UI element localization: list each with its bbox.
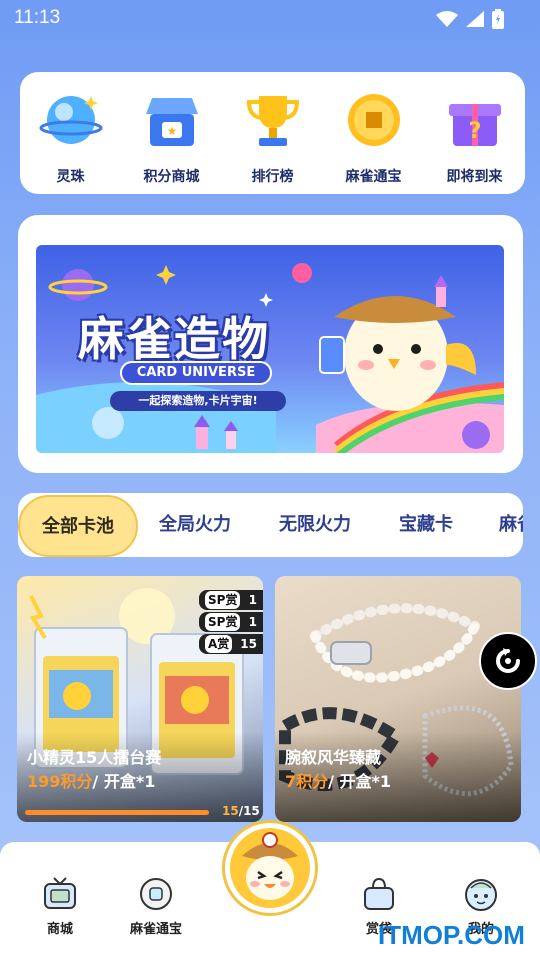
banner-card: 麻雀造物 CARD UNIVERSE 一起探索造物,卡片宇宙! [18,215,523,473]
prize-tier: SP赏 [205,613,241,631]
banner-tagline: CARD UNIVERSE [120,361,272,385]
refresh-icon [496,648,520,673]
pool-price-suffix: / 开盒*1 [328,772,392,791]
status-time: 11:13 [14,7,61,28]
pool-points: 199积分 [27,772,93,791]
tv-icon [44,877,76,909]
center-mascot-button[interactable] [222,820,318,916]
quick-action-coming-soon[interactable]: ? 即将到来 [430,88,520,186]
mascot-icon [230,828,310,908]
tab-all-pools[interactable]: 全部卡池 [18,495,138,557]
quick-action-leaderboard[interactable]: 排行榜 [228,88,318,186]
svg-text:?: ? [468,119,481,144]
quick-action-label: 积分商城 [143,169,200,185]
nav-item-mall[interactable]: 商城 [20,876,100,937]
mystery-box-icon: ? [448,104,501,146]
pool-price: 7积分/ 开盒*1 [285,768,391,792]
pool-progress-bar [25,810,209,815]
tab-unlimited-fire[interactable]: 无限火力 [279,493,351,557]
pool-card[interactable]: 腕叙风华臻藏 7积分/ 开盒*1 [275,576,521,822]
progress-total: /15 [238,804,260,818]
watermark: ITMOP.COM [378,920,525,950]
coin-outline-icon [140,878,172,910]
progress-current: 15 [222,804,239,818]
banner-title: 麻雀造物 [78,312,270,366]
prize-tag: SP赏 1 [199,612,263,632]
pool-progress-count: 15/15 [222,804,260,818]
nav-label: 麻雀通宝 [129,922,182,937]
banner-subtitle: 一起探索造物,卡片宇宙! [110,391,286,411]
status-bar: 11:13 [0,0,540,36]
promo-banner[interactable]: 麻雀造物 CARD UNIVERSE 一起探索造物,卡片宇宙! [36,245,504,453]
prize-count: 15 [240,637,257,651]
prize-tier: SP赏 [205,591,241,609]
nav-item-coin[interactable]: 麻雀通宝 [116,876,196,937]
svg-text:★: ★ [166,124,177,138]
quick-action-shop[interactable]: ★ 积分商城 [127,88,217,186]
nav-label: 商城 [46,922,73,937]
category-tabs: 全部卡池 全局火力 无限火力 宝藏卡 麻雀 [18,493,523,557]
pool-price: 199积分/ 开盒*1 [27,768,155,792]
coin-icon [347,94,400,146]
prize-tier: A赏 [205,635,233,653]
shop-icon: ★ [145,98,198,146]
tab-sparrow[interactable]: 麻雀 [499,493,523,557]
orb-icon [39,96,102,144]
quick-actions-card: 灵珠 ★ 积分商城 排行榜 麻雀通宝 ? 即将到来 [20,72,525,194]
wifi-icon [436,11,458,27]
prize-tag: A赏 15 [199,634,263,654]
profile-face-icon [465,879,497,911]
tab-global-fire[interactable]: 全局火力 [159,493,231,557]
pool-card[interactable]: SP赏 1 SP赏 1 A赏 15 小精灵15人擂台赛 199积分/ 开盒*1 15/… [17,576,263,822]
bag-icon [364,877,394,910]
status-icons [436,9,504,29]
quick-action-coin[interactable]: 麻雀通宝 [329,88,419,186]
pool-points: 7积分 [285,772,329,791]
tab-treasure-card[interactable]: 宝藏卡 [399,493,453,557]
signal-icon [466,11,484,27]
pool-price-suffix: / 开盒*1 [92,772,156,791]
pool-title: 小精灵15人擂台赛 [27,748,162,767]
quick-action-label: 排行榜 [251,169,294,185]
prize-count: 1 [248,593,257,607]
battery-icon [492,9,504,29]
pool-title: 腕叙风华臻藏 [285,748,382,767]
prize-tags: SP赏 1 SP赏 1 A赏 15 [199,590,263,654]
quick-action-label: 即将到来 [446,169,503,185]
prize-tag: SP赏 1 [199,590,263,610]
quick-action-orb[interactable]: 灵珠 [26,88,116,186]
quick-action-label: 麻雀通宝 [345,169,402,185]
refresh-button[interactable] [479,632,537,690]
quick-action-label: 灵珠 [56,169,85,185]
prize-count: 1 [248,615,257,629]
trophy-icon [246,96,299,146]
